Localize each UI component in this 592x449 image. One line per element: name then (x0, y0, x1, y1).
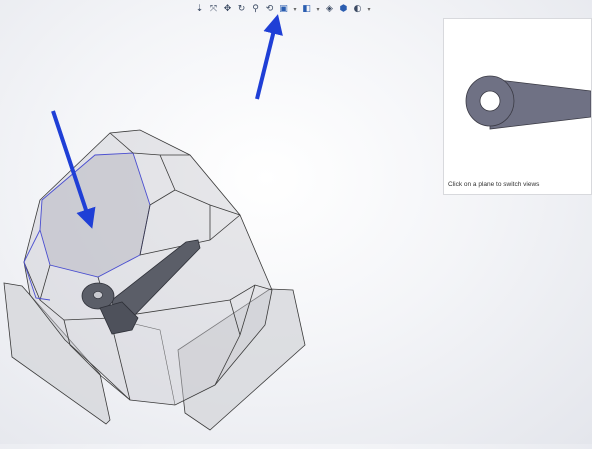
rotate-view-icon[interactable]: ↻ (236, 4, 247, 15)
previous-view-icon[interactable]: ⟲ (264, 4, 275, 15)
dropdown-arrow-icon[interactable]: ▾ (366, 4, 372, 15)
apply-scene-icon[interactable]: ◐ (352, 4, 363, 15)
dropdown-arrow-icon[interactable]: ▾ (292, 4, 298, 15)
dropdown-arrow-icon[interactable]: ▾ (315, 4, 321, 15)
zoom-to-area-icon[interactable]: ⚲ (250, 4, 261, 15)
view-selector-preview[interactable]: Click on a plane to switch views (443, 18, 592, 195)
display-style-icon[interactable]: ◧ (301, 4, 312, 15)
preview-caption: Click on a plane to switch views (448, 181, 540, 188)
view-orientation-icon[interactable]: ⇣ (194, 4, 205, 15)
pan-icon[interactable]: ✥ (222, 4, 233, 15)
hide-show-items-icon[interactable]: ◈ (324, 4, 335, 15)
heads-up-view-toolbar: ⇣ ⤧ ✥ ↻ ⚲ ⟲ ▣ ▾ ◧ ▾ ◈ ⬢ ◐ ▾ (194, 2, 372, 16)
preview-canvas[interactable] (444, 19, 592, 179)
edit-appearance-icon[interactable]: ⬢ (338, 4, 349, 15)
annotation-arrow-toolbar (255, 14, 283, 100)
section-view-icon[interactable]: ▣ (278, 4, 289, 15)
zoom-to-fit-icon[interactable]: ⤧ (208, 4, 219, 15)
top-face[interactable] (39, 152, 151, 278)
